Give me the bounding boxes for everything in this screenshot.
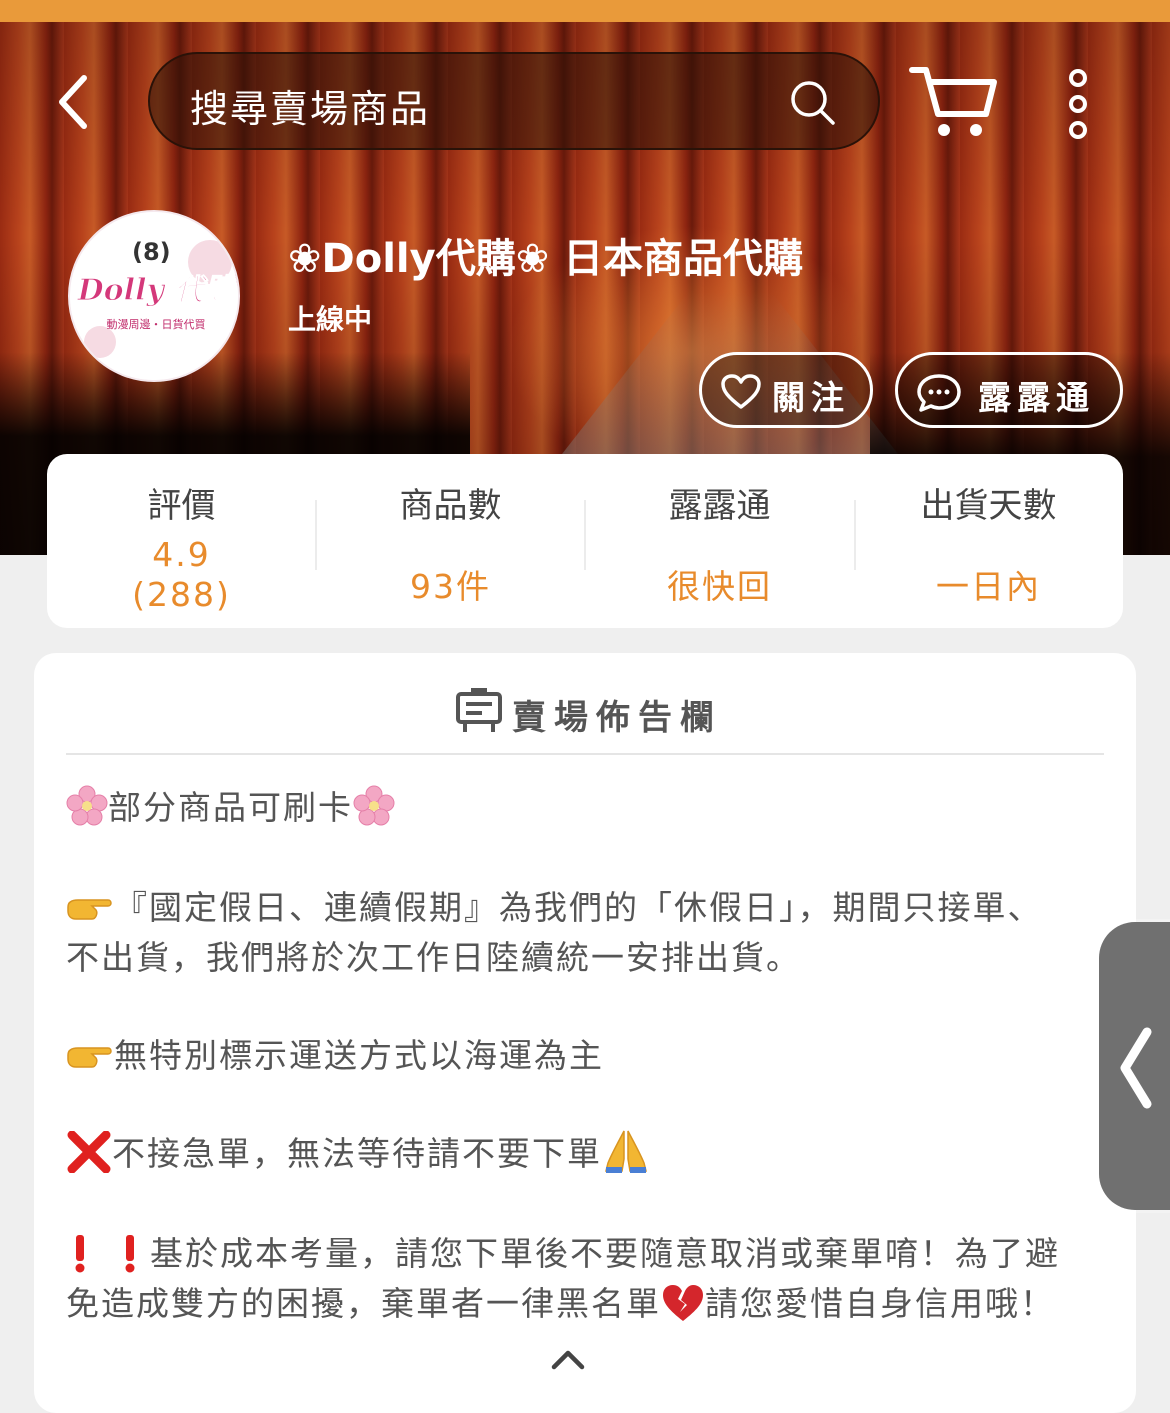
shop-avatar[interactable]: (8) Dolly 代購 動漫周邊・日貨代買: [68, 210, 240, 382]
shop-online-status: 上線中: [288, 303, 373, 336]
board-header: 賣場佈告欄: [34, 686, 1136, 738]
announcement-line: 部分商品可刷卡: [66, 781, 1106, 829]
stat-label: 評價: [147, 486, 216, 526]
svg-text:Dolly 代購: Dolly 代購: [77, 273, 240, 308]
more-vertical-icon[interactable]: [1062, 66, 1094, 142]
cart-icon[interactable]: [908, 64, 1000, 140]
announcement-line: 不接急單，無法等待請不要下單: [66, 1127, 1106, 1175]
announcement-text: 基於成本考量，請您下單後不要隨意取消或棄單唷！為了避: [150, 1234, 1060, 1273]
divider: [66, 753, 1104, 755]
stat-value: 4.9: [152, 535, 211, 574]
cherry-blossom-icon: [66, 785, 108, 826]
collapse-chevron-up-icon[interactable]: [550, 1347, 586, 1371]
shop-stats-panel: 評價 4.9 (288) 商品數 93件 露露通 很快回 出貨天數 一日內: [47, 454, 1123, 628]
announcement-text: 部分商品可刷卡: [108, 788, 353, 827]
pointing-hand-icon: [67, 899, 112, 920]
board-title: 賣場佈告欄: [512, 698, 722, 738]
announcement-line: 『國定假日、連續假期』為我們的「休假日」，期間只接單、: [66, 881, 1106, 929]
chat-bubble-icon: [917, 374, 961, 412]
stat-rating[interactable]: 評價 4.9 (288): [47, 454, 316, 628]
stat-subvalue: (288): [132, 575, 231, 614]
follow-label: 關注: [772, 378, 850, 417]
top-accent-bar: [0, 0, 1170, 22]
announcement-text: 不接急單，無法等待請不要下單: [112, 1134, 602, 1173]
stat-label: 商品數: [399, 486, 502, 526]
stat-value: 很快回: [667, 567, 772, 606]
stat-chat-response[interactable]: 露露通 很快回: [585, 454, 854, 628]
shop-name: ❀Dolly代購❀ 日本商品代購: [288, 236, 804, 282]
shop-announcement-board: 賣場佈告欄 部分商品可刷卡 『國定假日、連續假期』為我們的「休假日」，期間只接單…: [34, 653, 1136, 1413]
announcement-line: 無特別標示運送方式以海運為主: [66, 1029, 1106, 1077]
back-arrow-icon[interactable]: [52, 72, 102, 132]
stat-label: 出貨天數: [920, 486, 1057, 526]
side-drawer-tab[interactable]: [1099, 922, 1170, 1210]
follow-button[interactable]: 關注: [699, 352, 873, 428]
announcement-text: 請您愛惜自身信用哦！: [705, 1284, 1055, 1323]
announcement-line: 基於成本考量，請您下單後不要隨意取消或棄單唷！為了避: [66, 1227, 1106, 1275]
stat-shipping-days[interactable]: 出貨天數 一日內: [854, 454, 1123, 628]
heart-icon: [721, 374, 761, 409]
announcement-text: 免造成雙方的困擾，棄單者一律黑名單: [66, 1284, 661, 1323]
search-icon[interactable]: [788, 78, 838, 128]
shop-logo-icon: (8) Dolly 代購 動漫周邊・日貨代買: [70, 212, 240, 380]
stat-value: 一日內: [936, 567, 1041, 606]
announcement-line: 免造成雙方的困擾，棄單者一律黑名單 請您愛惜自身信用哦！: [66, 1277, 1106, 1325]
svg-text:(8): (8): [132, 238, 171, 266]
stat-label: 露露通: [668, 486, 771, 526]
exclamation-icon: [75, 1235, 85, 1273]
cross-mark-icon: [67, 1131, 111, 1173]
chevron-left-icon: [1120, 1027, 1152, 1109]
signboard-icon: [456, 688, 502, 732]
svg-text:動漫周邊・日貨代買: 動漫周邊・日貨代買: [107, 317, 206, 331]
stat-product-count[interactable]: 商品數 93件: [316, 454, 585, 628]
announcement-text: 無特別標示運送方式以海運為主: [114, 1036, 604, 1075]
folded-hands-icon: [605, 1130, 647, 1173]
announcement-text: 不出貨，我們將於次工作日陸續統一安排出貨。: [66, 938, 801, 977]
exclamation-icon: [125, 1235, 135, 1273]
cherry-blossom-icon: [353, 785, 395, 826]
announcement-text: 『國定假日、連續假期』為我們的「休假日」，期間只接單、: [114, 888, 1043, 927]
pointing-hand-icon: [67, 1047, 112, 1068]
broken-heart-icon: [663, 1285, 703, 1321]
search-input[interactable]: 搜尋賣場商品: [148, 52, 880, 150]
search-placeholder: 搜尋賣場商品: [190, 87, 431, 131]
chat-label: 露露通: [978, 378, 1095, 417]
stat-value: 93件: [410, 567, 491, 606]
chat-button[interactable]: 露露通: [895, 352, 1123, 428]
